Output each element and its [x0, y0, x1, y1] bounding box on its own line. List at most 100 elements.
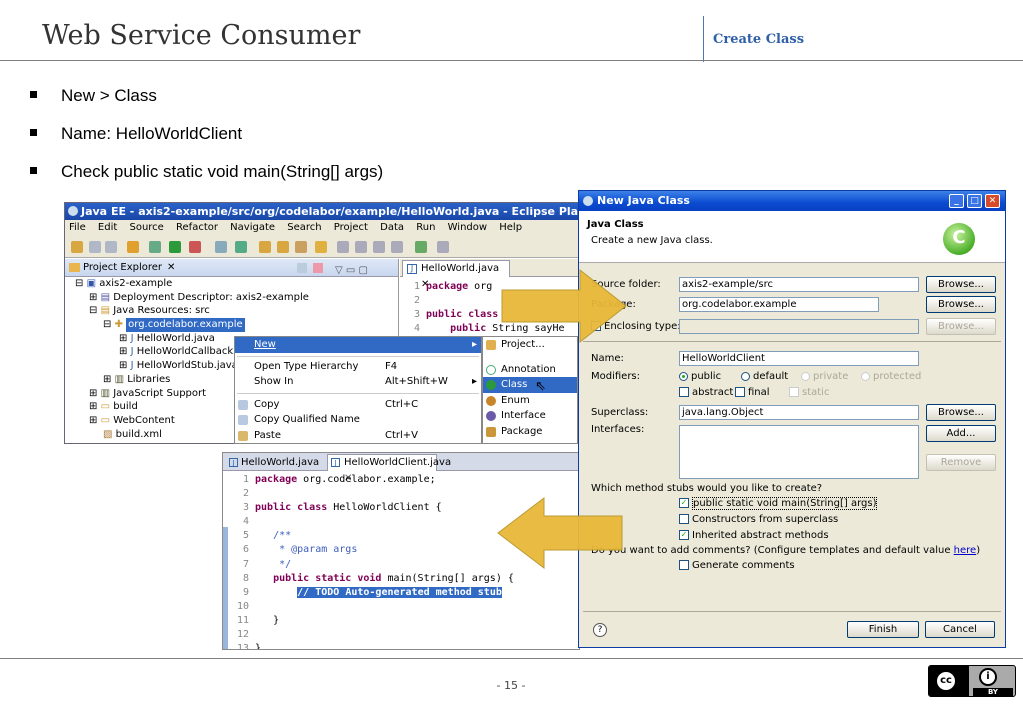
constructors-stub-checkbox[interactable]: Constructors from superclass [679, 514, 838, 525]
browse-source-button[interactable]: Browse... [926, 276, 996, 293]
remove-interface-button[interactable]: Remove [926, 454, 996, 471]
tree-node[interactable]: ⊟ ▤ Java Resources: src [65, 304, 398, 318]
menu-file[interactable]: File [69, 222, 86, 233]
external-tools-icon[interactable] [189, 241, 201, 253]
submenu-item-package[interactable]: Package [483, 424, 577, 440]
code-line: 2 [242, 488, 249, 500]
menu-window[interactable]: Window [448, 222, 487, 233]
modifier-public-radio[interactable]: public [679, 371, 721, 382]
menu-help[interactable]: Help [499, 222, 522, 233]
main-stub-checkbox[interactable]: ✓ public static void main(String[] args) [679, 497, 878, 510]
java-file-icon: J [331, 458, 340, 467]
footer-rule [0, 658, 1023, 659]
editor-tab-helloworld[interactable]: J HelloWorld.java ✕ [402, 260, 510, 290]
code-line: 11 } [236, 614, 280, 626]
tree-node-package[interactable]: ⊟ ✚ org.codelabor.example [65, 318, 398, 332]
submenu-item-interface[interactable]: Interface [483, 408, 577, 424]
menu-item-new[interactable]: New ▸ [235, 337, 481, 353]
menu-search[interactable]: Search [287, 222, 321, 233]
search-icon[interactable] [295, 241, 307, 253]
menu-item-paste[interactable]: Paste Ctrl+V [235, 428, 481, 444]
menu-project[interactable]: Project [334, 222, 368, 233]
editor-tab-helloworldclient[interactable]: J HelloWorldClient.java ✕ [327, 454, 451, 484]
prev-annotation-icon[interactable] [355, 241, 367, 253]
submenu-item-annotation[interactable]: Annotation [483, 362, 577, 378]
code-line: 1 package org.codelabor.example; [242, 474, 436, 485]
static-checkbox[interactable]: static [789, 387, 829, 398]
header-rule [0, 60, 1023, 61]
interfaces-list[interactable] [679, 425, 919, 479]
back-icon[interactable] [373, 241, 385, 253]
menu-run[interactable]: Run [416, 222, 435, 233]
project-explorer-tab[interactable]: Project Explorer ✕ ▽ ▭ ▢ [65, 259, 398, 277]
code-line: 8 public static void main(String[] args)… [242, 572, 514, 584]
collapse-all-icon[interactable] [297, 263, 307, 273]
title-divider [703, 16, 704, 62]
save-icon[interactable] [89, 241, 101, 253]
submenu-arrow-icon: ▸ [471, 376, 477, 387]
superclass-field[interactable]: java.lang.Object [679, 405, 919, 420]
submenu-item-enum[interactable]: Enum [483, 393, 577, 409]
enclosing-type-field[interactable] [679, 319, 919, 334]
help-icon[interactable]: ? [593, 623, 607, 637]
menu-source[interactable]: Source [129, 222, 163, 233]
add-interface-button[interactable]: Add... [926, 425, 996, 442]
new-java-class-dialog: New Java Class _ □ ✕ Java Class Create a… [578, 190, 1006, 648]
close-icon[interactable]: ✕ [167, 262, 175, 273]
editor-tab-helloworld[interactable]: J HelloWorld.java [227, 455, 319, 471]
package-field[interactable]: org.codelabor.example [679, 297, 879, 312]
new-server-icon[interactable] [215, 241, 227, 253]
dialog-title-bar: New Java Class _ □ ✕ [579, 191, 1005, 211]
menu-edit[interactable]: Edit [98, 222, 117, 233]
code-line: 12 [236, 629, 249, 641]
todo-comment[interactable]: // TODO Auto-generated method stub [297, 586, 502, 598]
menu-item-copy[interactable]: Copy Ctrl+C [235, 397, 481, 413]
debug-icon[interactable] [149, 241, 161, 253]
link-editor-icon[interactable] [313, 263, 323, 273]
generate-comments-checkbox[interactable]: Generate comments [679, 560, 795, 571]
open-task-icon[interactable] [277, 241, 289, 253]
modifier-private-radio[interactable]: private [801, 371, 848, 382]
new-class-icon[interactable] [235, 241, 247, 253]
code-area[interactable]: 1 package org.codelabor.example; 2 3 publi… [229, 473, 514, 650]
perspective-icon[interactable] [437, 241, 449, 253]
annotation-icon[interactable] [315, 241, 327, 253]
code-line: 13} [236, 643, 262, 650]
menu-item-copy-qualified-name[interactable]: Copy Qualified Name [235, 412, 481, 428]
tree-node[interactable]: ⊞ ▤ Deployment Descriptor: axis2-example [65, 291, 398, 305]
run-icon[interactable] [169, 241, 181, 253]
final-checkbox[interactable]: final [735, 387, 770, 398]
browse-enclosing-button[interactable]: Browse... [926, 318, 996, 335]
close-button[interactable]: ✕ [985, 194, 1000, 208]
server-icon[interactable] [127, 241, 139, 253]
submenu-item-class[interactable]: Class ⇖ [483, 377, 577, 394]
eclipse-icon [583, 196, 593, 206]
menu-item-show-in[interactable]: Show In Alt+Shift+W ▸ [235, 374, 481, 390]
web-browser-icon[interactable] [415, 241, 427, 253]
forward-icon[interactable] [391, 241, 403, 253]
menu-refactor[interactable]: Refactor [176, 222, 218, 233]
class-name-field[interactable]: HelloWorldClient [679, 351, 919, 366]
new-icon[interactable] [71, 241, 83, 253]
inherited-stub-checkbox[interactable]: ✓ Inherited abstract methods [679, 530, 829, 541]
tree-node[interactable]: ⊟ ▣ axis2-example [65, 277, 398, 291]
next-annotation-icon[interactable] [337, 241, 349, 253]
menu-data[interactable]: Data [380, 222, 404, 233]
source-folder-field[interactable]: axis2-example/src [679, 277, 919, 292]
package-icon [486, 426, 496, 437]
maximize-button[interactable]: □ [967, 194, 982, 208]
modifier-protected-radio[interactable]: protected [861, 371, 921, 382]
minimize-button[interactable]: _ [949, 194, 964, 208]
print-icon[interactable] [105, 241, 117, 253]
open-type-icon[interactable] [259, 241, 271, 253]
cancel-button[interactable]: Cancel [925, 621, 995, 638]
callout-arrow-right-icon [501, 268, 627, 344]
browse-superclass-button[interactable]: Browse... [926, 404, 996, 421]
finish-button[interactable]: Finish [847, 621, 919, 638]
templates-link[interactable]: here [954, 545, 977, 556]
menu-item-open-type-hierarchy[interactable]: Open Type Hierarchy F4 [235, 359, 481, 375]
browse-package-button[interactable]: Browse... [926, 296, 996, 313]
menu-navigate[interactable]: Navigate [230, 222, 275, 233]
abstract-checkbox[interactable]: abstract [679, 387, 733, 398]
modifier-default-radio[interactable]: default [741, 371, 788, 382]
